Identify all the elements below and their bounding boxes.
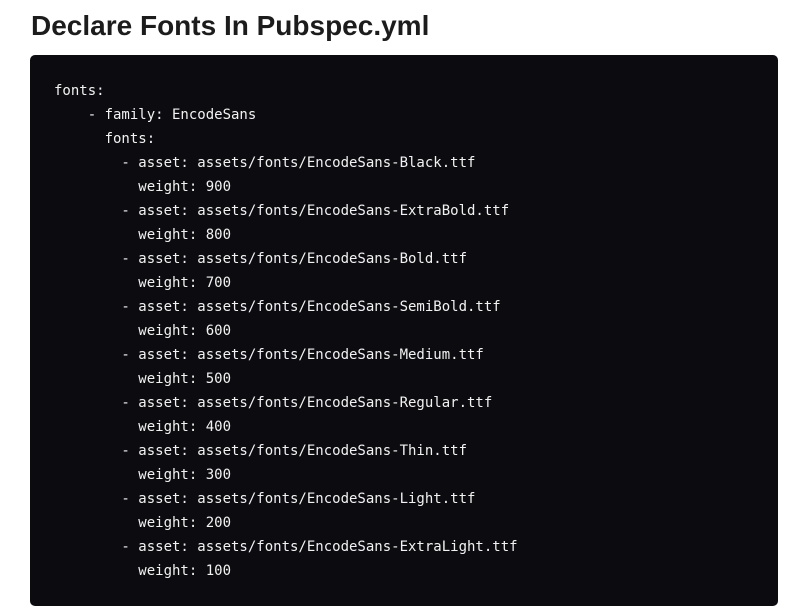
code-line: - asset: assets/fonts/EncodeSans-Regular… xyxy=(54,395,493,411)
code-line: weight: 100 xyxy=(54,563,232,579)
code-line: - asset: assets/fonts/EncodeSans-Black.t… xyxy=(54,155,476,171)
code-line: - asset: assets/fonts/EncodeSans-SemiBol… xyxy=(54,299,501,315)
code-line: weight: 300 xyxy=(54,467,232,483)
code-lines: fonts: - family: EncodeSans fonts: - ass… xyxy=(54,79,518,583)
code-line: - family: EncodeSans xyxy=(54,107,257,123)
code-line: weight: 500 xyxy=(54,371,232,387)
page-title: Declare Fonts In Pubspec.yml xyxy=(31,10,430,41)
code-line: weight: 400 xyxy=(54,419,232,435)
code-line: weight: 700 xyxy=(54,275,232,291)
code-line: - asset: assets/fonts/EncodeSans-Bold.tt… xyxy=(54,251,468,267)
code-line: - asset: assets/fonts/EncodeSans-ExtraLi… xyxy=(54,539,518,555)
code-block[interactable]: fonts: - family: EncodeSans fonts: - ass… xyxy=(30,55,778,606)
code-line: - asset: assets/fonts/EncodeSans-Medium.… xyxy=(54,347,484,363)
code-line: - asset: assets/fonts/EncodeSans-Thin.tt… xyxy=(54,443,468,459)
code-line: weight: 900 xyxy=(54,179,232,195)
code-line: fonts: xyxy=(54,83,105,99)
code-line: fonts: xyxy=(54,131,156,147)
code-line: weight: 800 xyxy=(54,227,232,243)
code-line: weight: 200 xyxy=(54,515,232,531)
code-line: - asset: assets/fonts/EncodeSans-Light.t… xyxy=(54,491,476,507)
code-line: - asset: assets/fonts/EncodeSans-ExtraBo… xyxy=(54,203,510,219)
code-line: weight: 600 xyxy=(54,323,232,339)
